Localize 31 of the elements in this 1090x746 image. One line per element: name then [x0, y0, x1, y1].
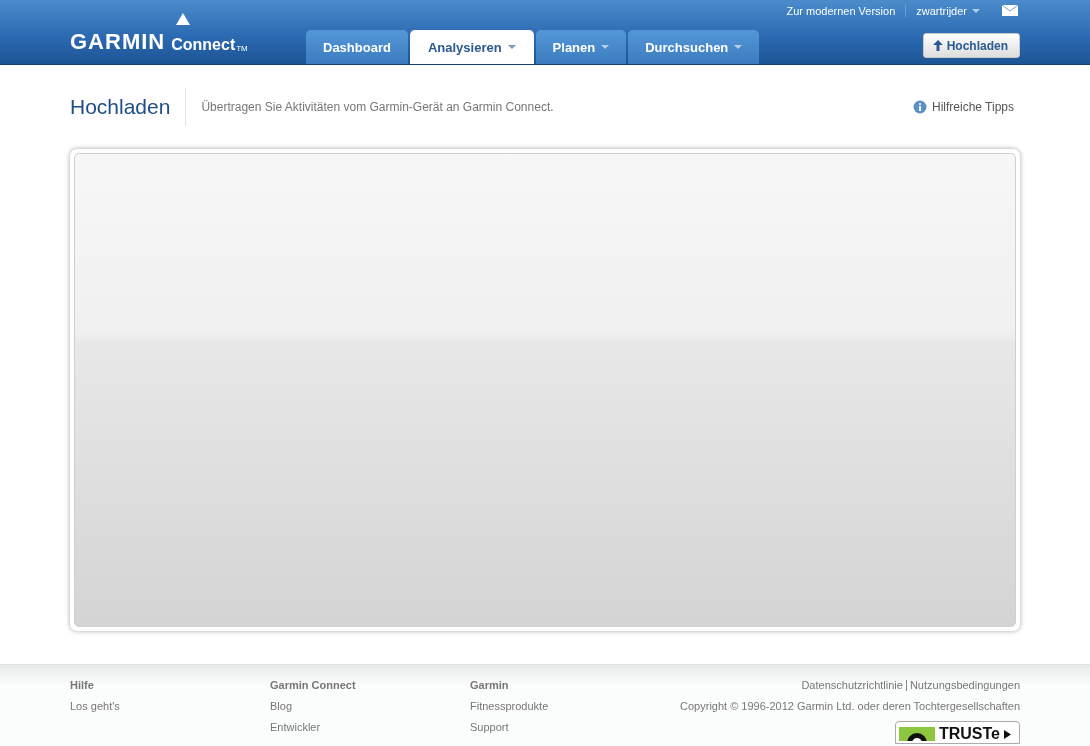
- page-subtitle: Übertragen Sie Aktivitäten vom Garmin-Gerät an Garmin Connect.: [201, 100, 554, 114]
- logo-wordmark: GARMIN: [70, 31, 166, 53]
- copyright-text: Copyright © 1996-2012 Garmin Ltd. oder deren Tochtergesellschaften: [680, 700, 1020, 712]
- trademark-mark: TM: [236, 45, 248, 53]
- triangle-icon: [176, 13, 190, 25]
- play-icon: [1004, 729, 1011, 739]
- upload-button[interactable]: Hochladen: [922, 33, 1020, 58]
- footer-link[interactable]: Entwickler: [270, 721, 470, 733]
- nav-tab[interactable]: Durchsuchen: [628, 30, 760, 64]
- trust-badge[interactable]: TRUSTe: [894, 721, 1020, 744]
- legal-link[interactable]: Nutzungsbedingungen: [909, 679, 1020, 691]
- footer-heading: Hilfe: [70, 679, 95, 691]
- info-icon: [912, 100, 927, 114]
- logo-product: Connect: [171, 37, 236, 53]
- footer-link[interactable]: Los geht's: [70, 700, 270, 712]
- footer-heading: Garmin Connect: [270, 679, 357, 691]
- nav-tab[interactable]: Planen: [535, 30, 627, 64]
- top-link[interactable]: zwartrijder: [916, 4, 980, 17]
- footer-link[interactable]: Fitnessprodukte: [470, 700, 670, 712]
- nav-tab[interactable]: Dashboard: [306, 30, 408, 64]
- help-link[interactable]: Hilfreiche Tipps: [912, 100, 1014, 114]
- footer-link[interactable]: Support: [470, 721, 670, 733]
- footer-link[interactable]: Blog: [270, 700, 470, 712]
- footer-heading: Garmin: [470, 679, 510, 691]
- up-arrow-icon: [932, 40, 943, 51]
- nav-tab[interactable]: Analysieren: [409, 30, 534, 64]
- legal-link[interactable]: Datenschutzrichtlinie: [801, 679, 903, 691]
- seal-icon: [898, 727, 935, 741]
- mail-icon[interactable]: [1002, 5, 1018, 16]
- top-link[interactable]: Zur modernen Version: [786, 4, 896, 17]
- page-title: Hochladen: [70, 88, 187, 126]
